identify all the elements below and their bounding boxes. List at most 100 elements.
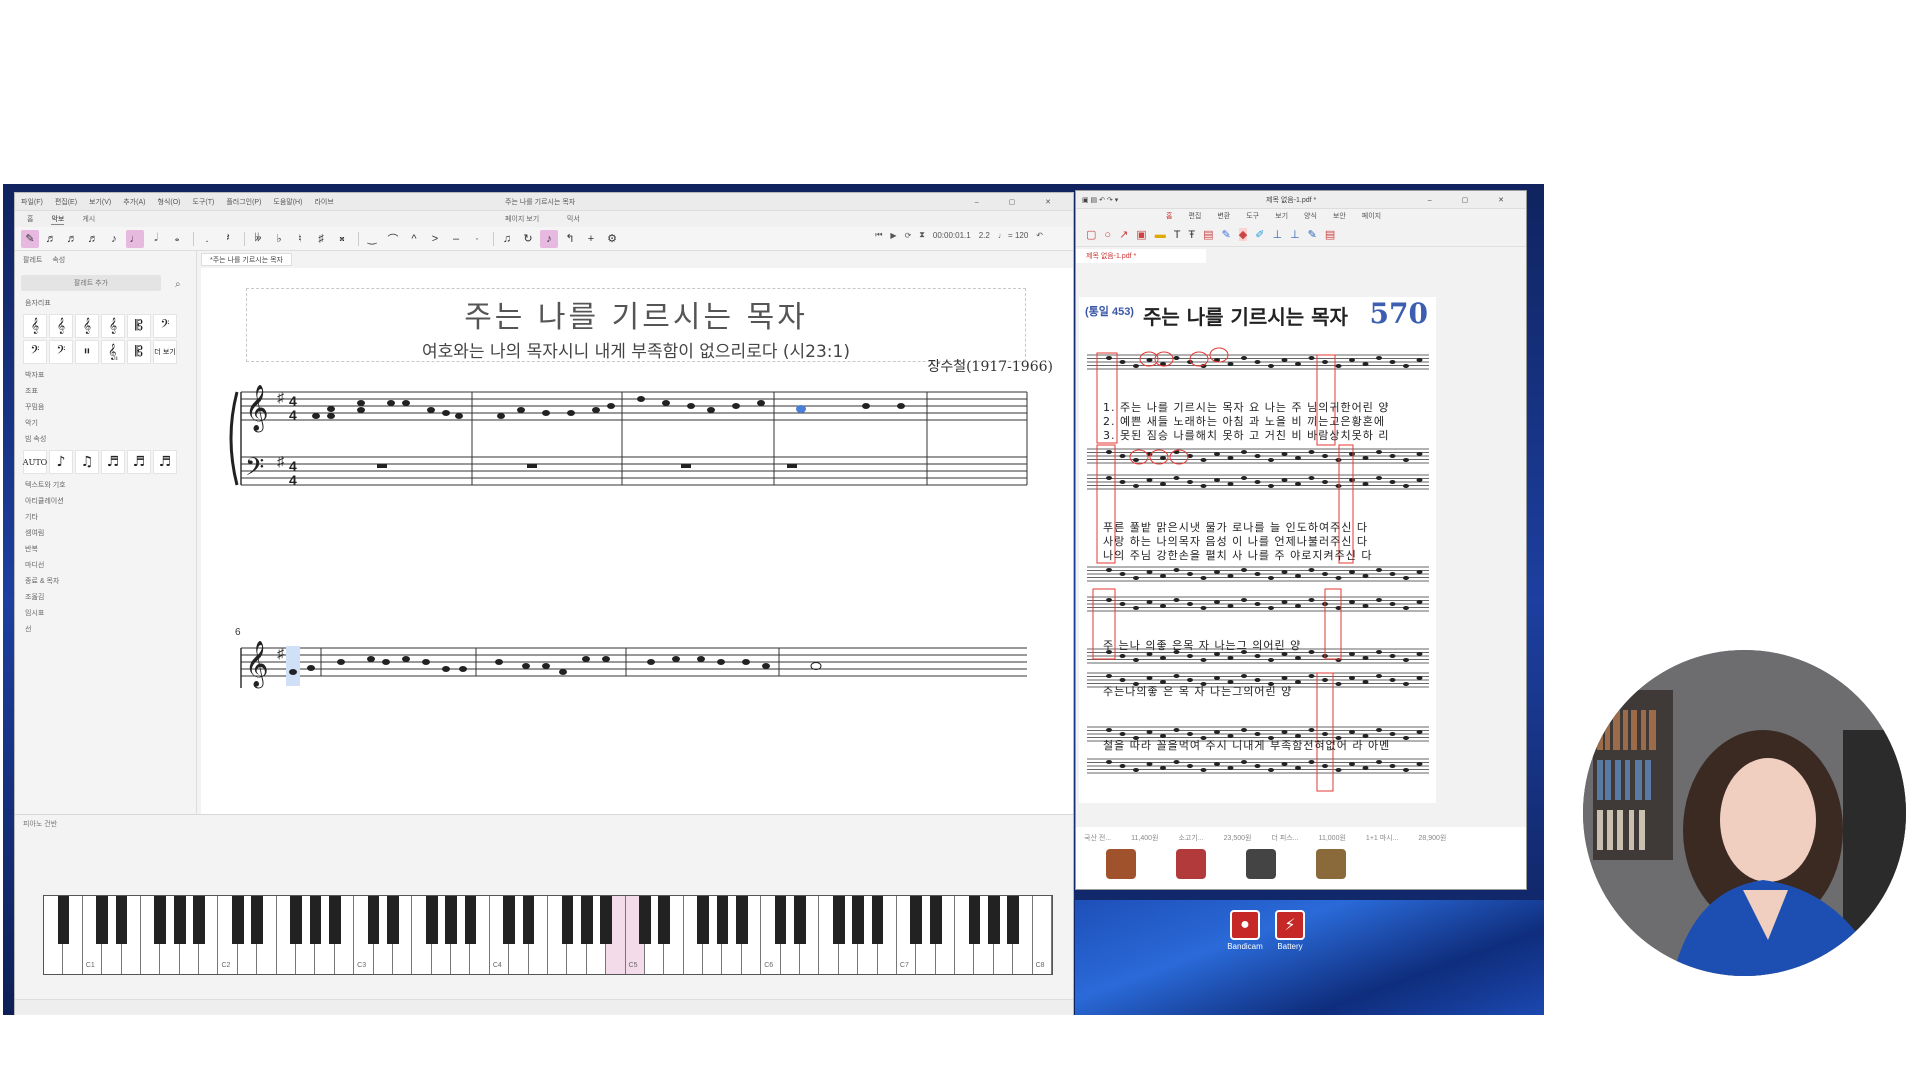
pdf-menu-item[interactable]: 홈 bbox=[1166, 211, 1172, 221]
treble-8vb-clef-icon[interactable]: 𝄞 bbox=[101, 314, 125, 338]
piano-black-key[interactable] bbox=[697, 896, 709, 944]
palette-section-beams[interactable]: 빔 속성 bbox=[15, 431, 196, 447]
window-controls[interactable]: – ▢ ✕ bbox=[975, 198, 1065, 206]
pdf-window-controls[interactable]: – ▢ ✕ bbox=[1428, 196, 1518, 204]
pdf-document-tab[interactable]: 제목 없음-1.pdf * bbox=[1076, 249, 1206, 263]
palette-section[interactable]: 종료 & 목자 bbox=[15, 573, 196, 589]
menu-item[interactable]: 추가(A) bbox=[123, 199, 145, 206]
marcato-icon[interactable]: ^ bbox=[405, 230, 423, 248]
piano-black-key[interactable] bbox=[968, 896, 981, 944]
metronome-icon[interactable]: ⧗ bbox=[919, 230, 925, 240]
staccato-icon[interactable]: · bbox=[468, 230, 486, 248]
piano-black-key[interactable] bbox=[96, 896, 108, 944]
pdf-menu-item[interactable]: 페이지 bbox=[1362, 211, 1381, 221]
palette-section[interactable]: 선 bbox=[15, 621, 196, 637]
palette-section[interactable]: 임시표 bbox=[15, 605, 196, 621]
strikeout-icon[interactable]: ⊥ bbox=[1290, 228, 1300, 241]
piano-black-key[interactable] bbox=[910, 896, 923, 944]
ad-thumbnail[interactable] bbox=[1316, 849, 1346, 879]
hymn-page[interactable]: (통일 453) 주는 나를 기르시는 목자 570 1. 주는 나를 기르시는… bbox=[1079, 297, 1436, 803]
piano-black-key[interactable] bbox=[251, 896, 264, 944]
rewind-icon[interactable]: ⏮ bbox=[875, 230, 882, 240]
pdf-menu-item[interactable]: 보기 bbox=[1275, 211, 1288, 221]
loop-icon[interactable]: ⟳ bbox=[905, 231, 912, 240]
piano-black-key[interactable] bbox=[115, 896, 128, 944]
piano-black-key[interactable] bbox=[522, 896, 535, 944]
pdf-menu-item[interactable]: 변환 bbox=[1217, 211, 1230, 221]
percussion-clef-icon[interactable]: 𝄥 bbox=[75, 340, 99, 364]
tempo-display[interactable]: ♩ = 120 bbox=[998, 231, 1028, 240]
piano-black-key[interactable] bbox=[193, 896, 205, 944]
palette-section-key[interactable]: 박자표 bbox=[15, 367, 196, 383]
note-quarter-icon[interactable]: ♩ bbox=[126, 229, 144, 248]
mixer-button[interactable]: 믹서 bbox=[567, 216, 580, 223]
treble-8va-clef-icon[interactable]: 𝄞 bbox=[49, 314, 73, 338]
add-icon[interactable]: + bbox=[582, 230, 600, 248]
double-sharp-icon[interactable]: 𝄪 bbox=[333, 230, 351, 248]
piano-black-key[interactable] bbox=[871, 896, 884, 944]
note-input-pen-icon[interactable]: ✎ bbox=[21, 229, 39, 248]
rest-icon[interactable]: 𝄽 bbox=[219, 230, 237, 248]
tab-properties[interactable]: 속성 bbox=[52, 255, 65, 264]
text-icon[interactable]: T bbox=[1174, 229, 1181, 241]
beam-start-icon[interactable]: ♫ bbox=[75, 450, 99, 474]
beam-16th-icon[interactable]: ♬ bbox=[127, 450, 151, 474]
menu-item[interactable]: 라이브 bbox=[314, 199, 333, 206]
ad-thumbnail[interactable] bbox=[1106, 849, 1136, 879]
piano-black-key[interactable] bbox=[367, 896, 380, 944]
more-clefs-button[interactable]: 더 보기 bbox=[153, 340, 177, 364]
piano-black-key[interactable] bbox=[445, 896, 457, 944]
note-16th-icon[interactable]: ♬ bbox=[84, 230, 102, 248]
quick-access-icon[interactable]: ▣ ▤ ↶ ↷ ▾ bbox=[1082, 196, 1118, 204]
tab-publish[interactable]: 게시 bbox=[82, 214, 95, 224]
piano-black-key[interactable] bbox=[309, 896, 322, 944]
piano-black-key[interactable] bbox=[425, 896, 438, 944]
pen-icon[interactable]: ✎ bbox=[1222, 228, 1231, 241]
underline-icon[interactable]: ⊥ bbox=[1272, 228, 1282, 241]
menu-item[interactable]: 편집(E) bbox=[55, 199, 77, 206]
treble-15ma-clef-icon[interactable]: 𝄞 bbox=[75, 314, 99, 338]
sharp-icon[interactable]: ♯ bbox=[312, 230, 330, 248]
menu-item[interactable]: 도움말(H) bbox=[273, 199, 302, 206]
piano-black-key[interactable] bbox=[580, 896, 593, 944]
bass-8vb-clef-icon[interactable]: 𝄢 bbox=[23, 340, 47, 364]
undo-icon[interactable]: ↶ bbox=[1036, 231, 1043, 240]
eraser-icon[interactable]: ▤ bbox=[1203, 228, 1213, 241]
view-mode-selector[interactable]: 페이지 보기 bbox=[505, 216, 539, 223]
battery-desktop-icon[interactable]: ⚡ Battery bbox=[1270, 910, 1310, 951]
textbox-icon[interactable]: Ŧ bbox=[1188, 229, 1195, 241]
palette-section[interactable]: 텍스트와 기호 bbox=[15, 477, 196, 493]
palette-section-ornaments[interactable]: 꾸밈음 bbox=[15, 399, 196, 415]
accent-icon[interactable]: > bbox=[426, 230, 444, 248]
rectangle-icon[interactable]: ▢ bbox=[1086, 228, 1096, 241]
piano-black-key[interactable] bbox=[290, 896, 302, 944]
piano-black-key[interactable] bbox=[600, 896, 612, 944]
menu-item[interactable]: 형식(O) bbox=[157, 199, 180, 206]
play-icon[interactable]: ▶ bbox=[890, 231, 896, 240]
note-whole-icon[interactable]: 𝅝 bbox=[168, 230, 186, 248]
search-icon[interactable]: ⌕ bbox=[175, 279, 181, 290]
tie-icon[interactable]: ‿ bbox=[363, 230, 381, 248]
natural-icon[interactable]: ♮ bbox=[291, 230, 309, 248]
piano-keyboard[interactable]: C1 C2 C3 C4 C5 C6 C7 C8 bbox=[43, 895, 1053, 975]
tab-home[interactable]: 홈 bbox=[27, 214, 33, 224]
flip-direction-icon[interactable]: ↻ bbox=[519, 230, 537, 248]
highlight-icon[interactable]: ◆ bbox=[1238, 228, 1248, 241]
bass-clef-icon[interactable]: 𝄢 bbox=[153, 314, 177, 338]
score-canvas[interactable]: 주는 나를 기르시는 목자 여호와는 나의 목자시니 내게 부족함이 없으리로다… bbox=[201, 268, 1073, 814]
ad-thumbnail[interactable] bbox=[1176, 849, 1206, 879]
settings-gear-icon[interactable]: ⚙ bbox=[603, 230, 621, 248]
piano-black-key[interactable] bbox=[832, 896, 845, 944]
voice-settings-icon[interactable]: ↰ bbox=[561, 230, 579, 248]
augmentation-dot-icon[interactable]: . bbox=[198, 230, 216, 248]
score-tab[interactable]: *주는 나를 기르시는 목자 bbox=[201, 253, 292, 266]
palette-section[interactable]: 조옮김 bbox=[15, 589, 196, 605]
beam-none-icon[interactable]: ♪ bbox=[49, 450, 73, 474]
circle-icon[interactable]: ○ bbox=[1104, 229, 1111, 241]
double-flat-icon[interactable]: 𝄫 bbox=[249, 230, 267, 248]
piano-black-key[interactable] bbox=[154, 896, 167, 944]
piano-black-key[interactable] bbox=[988, 896, 1000, 944]
treble-clef-icon[interactable]: 𝄞 bbox=[23, 314, 47, 338]
piano-black-key[interactable] bbox=[929, 896, 942, 944]
palette-section[interactable]: 마디선 bbox=[15, 557, 196, 573]
